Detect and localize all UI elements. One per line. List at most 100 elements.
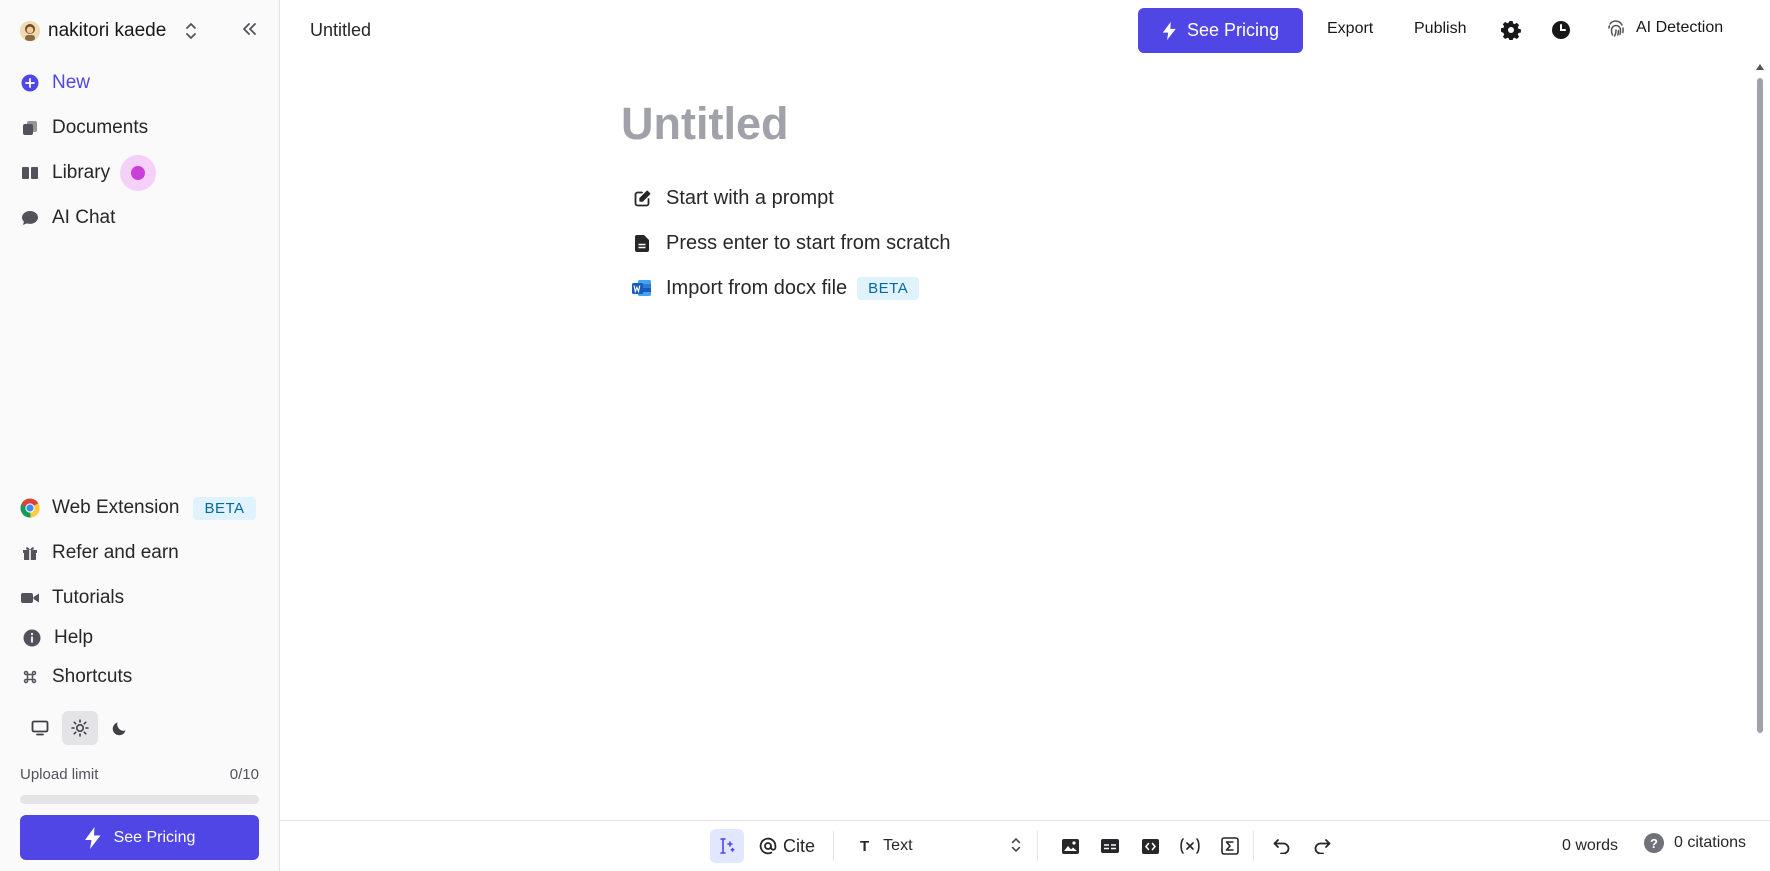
start-from-scratch-option[interactable]: Press enter to start from scratch — [632, 228, 951, 258]
text-type-icon: T — [860, 837, 870, 855]
table-icon — [1101, 839, 1119, 853]
sidebar-item-ai-chat[interactable]: AI Chat — [20, 203, 115, 233]
nav-label-new: New — [52, 72, 91, 93]
nav-label-refer: Refer and earn — [52, 542, 179, 563]
info-icon — [22, 628, 42, 648]
nav-label-ai-chat: AI Chat — [52, 207, 116, 228]
video-icon — [20, 588, 40, 608]
sidebar-item-shortcuts[interactable]: Shortcuts — [20, 662, 132, 692]
top-see-pricing-button[interactable]: See Pricing — [1138, 8, 1303, 53]
scroll-up-arrow-icon[interactable] — [1756, 64, 1764, 70]
sun-icon — [71, 719, 89, 737]
undo-icon — [1273, 839, 1290, 854]
gift-icon — [20, 543, 40, 563]
text-style-select[interactable]: T Text — [852, 829, 1022, 863]
chrome-icon — [20, 498, 40, 518]
option-label-scratch: Press enter to start from scratch — [666, 231, 951, 254]
nav-label-web-extension: Web Extension — [52, 497, 180, 518]
redo-icon — [1314, 839, 1331, 854]
cite-label: Cite — [782, 835, 815, 856]
upload-progress-bar — [20, 795, 259, 804]
citation-count-label: 0 citations — [1674, 834, 1747, 851]
insert-variable-button[interactable] — [1172, 829, 1208, 863]
text-style-value: Text — [883, 837, 913, 854]
theme-switcher — [22, 711, 138, 745]
sidebar-item-help[interactable]: Help — [22, 623, 93, 653]
command-icon — [20, 667, 40, 687]
toolbar-divider — [1253, 831, 1254, 861]
import-docx-option[interactable]: Import from docx file BETA — [632, 273, 920, 303]
insert-image-button[interactable] — [1055, 829, 1085, 863]
avatar — [20, 21, 40, 41]
ai-cursor-icon — [720, 838, 735, 854]
plus-circle-icon — [20, 73, 40, 93]
undo-button[interactable] — [1267, 829, 1297, 863]
chevron-up-down-icon — [184, 21, 198, 41]
edit-icon — [632, 188, 652, 208]
ai-detection-button[interactable]: AI Detection — [1606, 18, 1723, 38]
code-icon — [1141, 838, 1159, 854]
theme-system-button[interactable] — [22, 711, 58, 745]
sidebar-pricing-label: See Pricing — [113, 828, 196, 846]
account-name: nakitori kaede — [48, 20, 167, 41]
redo-button[interactable] — [1307, 829, 1337, 863]
sidebar-item-documents[interactable]: Documents — [20, 113, 148, 143]
editor-title-placeholder[interactable]: Untitled — [621, 98, 788, 150]
option-label-import: Import from docx file — [666, 276, 848, 299]
hotspot-dot — [131, 166, 145, 180]
option-label-prompt: Start with a prompt — [666, 186, 834, 209]
account-switcher[interactable]: nakitori kaede — [20, 18, 198, 44]
cite-button[interactable]: Cite — [756, 829, 818, 863]
sidebar-item-web-extension[interactable]: Web Extension BETA — [20, 493, 256, 523]
nav-label-documents: Documents — [52, 117, 149, 138]
publish-button[interactable]: Publish — [1414, 20, 1466, 38]
image-icon — [1061, 838, 1079, 854]
toolbar-divider — [833, 831, 834, 861]
file-icon — [632, 233, 652, 253]
sidebar-item-refer[interactable]: Refer and earn — [20, 538, 179, 568]
top-pricing-label: See Pricing — [1186, 20, 1280, 40]
editor-scrollbar[interactable] — [1756, 64, 1764, 734]
history-clock-icon[interactable] — [1549, 18, 1573, 42]
editor-toolbar: Cite T Text 0 words ? 0 citations — [280, 820, 1770, 871]
citation-count[interactable]: ? 0 citations — [1644, 833, 1746, 853]
insert-table-button[interactable] — [1095, 829, 1125, 863]
scrollbar-thumb[interactable] — [1757, 78, 1763, 733]
nav-label-library: Library — [52, 162, 111, 183]
sidebar-item-tutorials[interactable]: Tutorials — [20, 583, 124, 613]
theme-dark-button[interactable] — [102, 711, 138, 745]
moon-icon — [112, 722, 126, 736]
collapse-sidebar-icon[interactable] — [238, 18, 260, 40]
at-sign-icon — [759, 837, 777, 855]
word-icon — [632, 278, 652, 298]
onboarding-hotspot[interactable] — [120, 155, 156, 191]
upload-limit-count: 0/10 — [229, 766, 259, 783]
chat-bubble-icon — [20, 208, 40, 228]
start-with-prompt-option[interactable]: Start with a prompt — [632, 183, 834, 213]
upload-limit-label: Upload limit — [20, 766, 99, 783]
insert-equation-button[interactable] — [1215, 829, 1245, 863]
nav-label-help: Help — [54, 627, 94, 648]
theme-light-button[interactable] — [62, 711, 98, 745]
insert-code-button[interactable] — [1135, 829, 1165, 863]
sidebar-see-pricing-button[interactable]: See Pricing — [20, 815, 259, 860]
toolbar-divider — [1037, 831, 1038, 861]
document-title[interactable]: Untitled — [310, 20, 371, 41]
ai-detection-label: AI Detection — [1636, 19, 1724, 36]
sidebar-item-library[interactable]: Library — [20, 158, 110, 188]
book-icon — [20, 163, 40, 183]
nav-label-shortcuts: Shortcuts — [52, 666, 133, 687]
new-button[interactable]: New — [20, 68, 90, 98]
fingerprint-icon — [1608, 20, 1624, 37]
beta-badge: BETA — [857, 276, 920, 300]
ai-cursor-button[interactable] — [710, 829, 744, 863]
settings-gear-icon[interactable] — [1499, 18, 1523, 42]
export-button[interactable]: Export — [1327, 20, 1373, 38]
monitor-icon — [31, 720, 49, 736]
bolt-icon — [84, 826, 101, 849]
bolt-icon — [1162, 21, 1176, 40]
beta-badge: BETA — [193, 496, 256, 520]
function-variable-icon — [1180, 838, 1200, 854]
chevron-up-down-icon — [1011, 838, 1021, 852]
nav-label-tutorials: Tutorials — [52, 587, 125, 608]
